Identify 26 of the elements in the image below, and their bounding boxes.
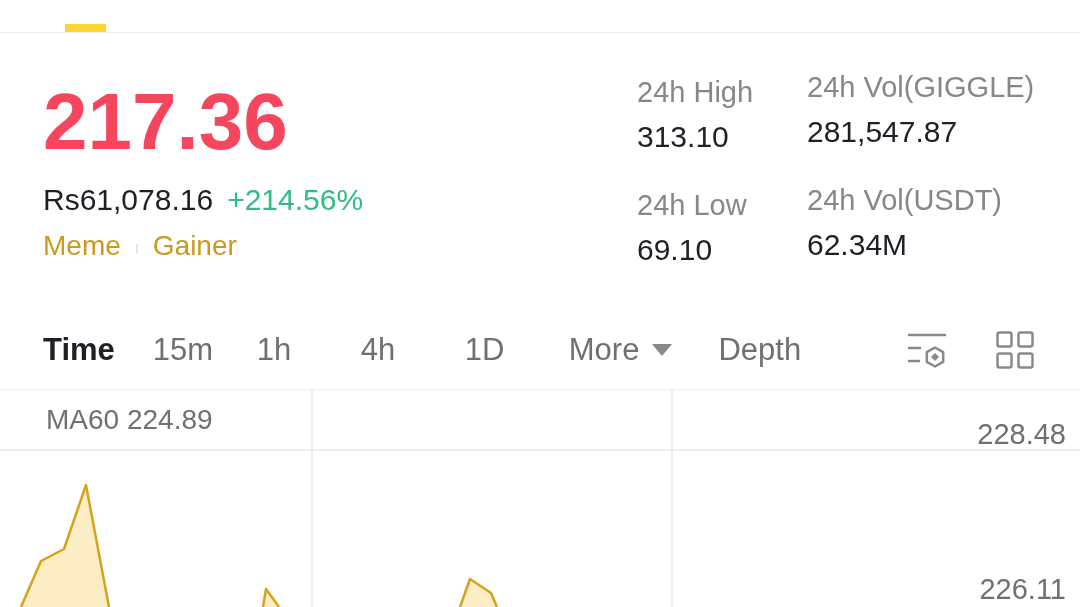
stat-value: 62.34M — [807, 227, 908, 263]
more-dropdown[interactable]: More — [568, 330, 673, 369]
category-link[interactable]: Meme — [43, 229, 121, 263]
interval-tab[interactable]: 1D — [464, 330, 531, 369]
grid-icon[interactable] — [996, 330, 1034, 369]
list-hexagon-icon[interactable] — [907, 331, 947, 368]
stat-value: 313.10 — [637, 119, 729, 155]
last-price: 217.36 — [43, 82, 288, 162]
stat-label: 24h Low — [637, 188, 747, 222]
stat-value: 281,547.87 — [807, 114, 958, 150]
price-axis-label: 228.48 — [977, 417, 1066, 450]
category-link[interactable]: Gainer — [152, 229, 237, 263]
interval-tab[interactable]: 1h — [256, 330, 323, 369]
fiat-price: Rs61,078.16 — [43, 182, 214, 218]
interval-tab[interactable]: Time — [43, 330, 115, 369]
price-axis-label: 226.11 — [979, 572, 1066, 606]
stat-label: 24h Vol(GIGGLE) — [807, 70, 1035, 104]
stat-label: 24h Vol(USDT) — [807, 183, 1002, 217]
stat-label: 24h High — [637, 75, 754, 109]
caret-icon — [652, 343, 673, 356]
interval-tab[interactable]: Depth — [718, 330, 802, 369]
price-change: +214.56% — [227, 182, 364, 218]
stat-value: 69.10 — [637, 232, 713, 268]
ma-indicator-label: MA60 224.89 — [46, 403, 213, 437]
interval-tab[interactable]: 4h — [360, 330, 427, 369]
interval-tab[interactable]: 15m — [152, 330, 219, 369]
